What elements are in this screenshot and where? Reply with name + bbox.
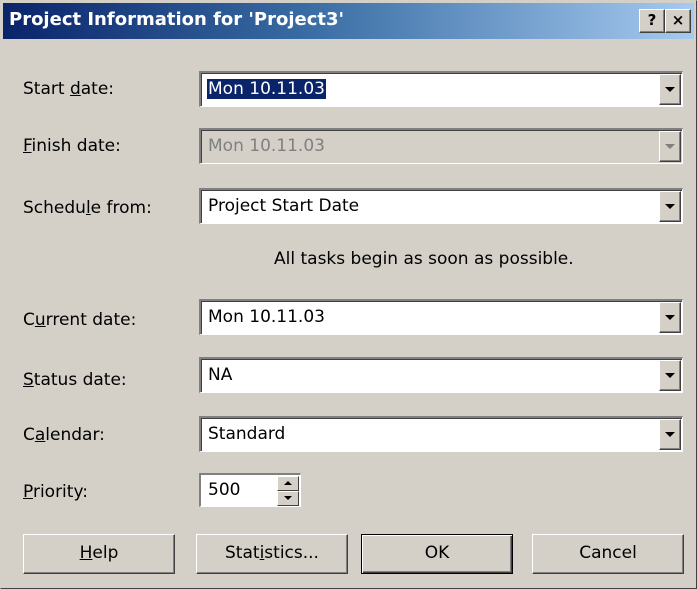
project-information-dialog: Project Information for 'Project3' ? × S… <box>0 0 697 589</box>
start-date-value[interactable]: Mon 10.11.03 <box>207 79 326 99</box>
current-date-label: Current date: <box>23 310 137 330</box>
help-question-button[interactable]: ? <box>639 9 665 33</box>
status-date-dropdown-chevron-down-icon[interactable] <box>659 360 681 391</box>
status-date-combo[interactable]: NA <box>199 357 683 393</box>
current-date-combo[interactable]: Mon 10.11.03 <box>199 299 683 335</box>
priority-value[interactable]: 500 <box>208 480 240 500</box>
schedule-from-dropdown-chevron-down-icon[interactable] <box>659 191 681 222</box>
start-date-label: Start date: <box>23 79 115 99</box>
start-date-dropdown-chevron-down-icon[interactable] <box>659 74 681 105</box>
finish-date-value: Mon 10.11.03 <box>208 136 325 156</box>
cancel-button[interactable]: Cancel <box>532 534 684 574</box>
current-date-dropdown-chevron-down-icon[interactable] <box>659 302 681 333</box>
ok-button[interactable]: OK <box>361 534 513 574</box>
status-date-label: Status date: <box>23 370 127 390</box>
schedule-from-label: Schedule from: <box>23 198 152 218</box>
arrow-up-icon[interactable] <box>277 476 299 491</box>
dialog-title: Project Information for 'Project3' <box>9 9 345 30</box>
finish-date-label: Finish date: <box>23 136 121 156</box>
calendar-dropdown-chevron-down-icon[interactable] <box>659 419 681 450</box>
schedule-from-combo[interactable]: Project Start Date <box>199 188 683 224</box>
finish-date-combo: Mon 10.11.03 <box>199 128 683 164</box>
close-button[interactable]: × <box>665 9 691 33</box>
arrow-down-icon[interactable] <box>277 491 299 506</box>
priority-spinner[interactable]: 500 <box>199 473 301 507</box>
priority-spin-buttons <box>277 476 299 506</box>
calendar-label: Calendar: <box>23 425 105 445</box>
help-button[interactable]: Help <box>23 534 175 574</box>
start-date-combo[interactable]: Mon 10.11.03 <box>199 71 683 107</box>
schedule-from-value[interactable]: Project Start Date <box>208 196 359 216</box>
status-date-value[interactable]: NA <box>208 365 232 385</box>
calendar-combo[interactable]: Standard <box>199 416 683 452</box>
schedule-info-text: All tasks begin as soon as possible. <box>274 249 574 269</box>
current-date-value[interactable]: Mon 10.11.03 <box>208 307 325 327</box>
priority-label: Priority: <box>23 482 88 502</box>
calendar-value[interactable]: Standard <box>208 424 285 444</box>
title-bar[interactable]: Project Information for 'Project3' ? × <box>3 3 694 39</box>
statistics-button[interactable]: Statistics... <box>196 534 348 574</box>
finish-date-dropdown-chevron-down-icon <box>659 131 681 162</box>
